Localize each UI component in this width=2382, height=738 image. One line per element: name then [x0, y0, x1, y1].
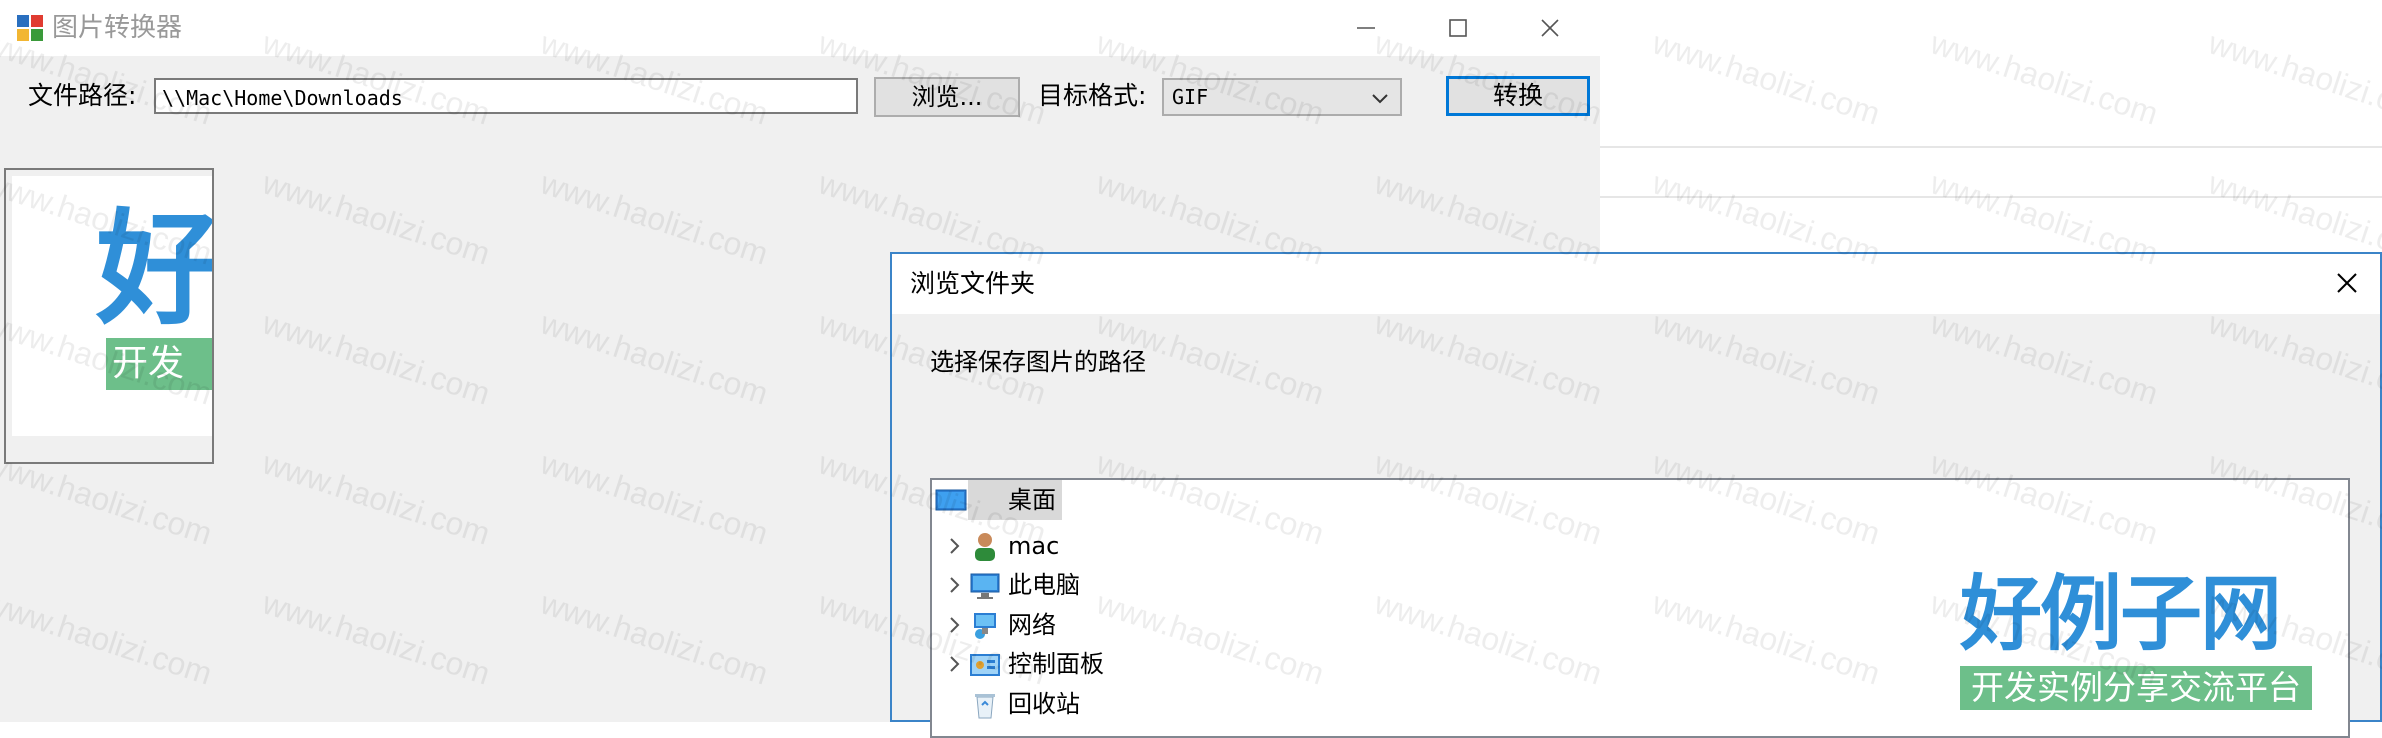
tree-item[interactable]: 此电脑 — [932, 565, 1632, 605]
path-input[interactable]: \\Mac\Home\Downloads — [154, 78, 858, 114]
tree-item-label: 回收站 — [1008, 689, 1080, 718]
app-icon — [16, 14, 44, 42]
computer-icon — [970, 573, 1000, 599]
convert-button[interactable]: 转换 — [1446, 76, 1590, 116]
desktop-icon — [935, 489, 967, 511]
maximize-icon — [1449, 19, 1467, 37]
close-icon — [2337, 273, 2357, 293]
minimize-icon — [1357, 27, 1375, 29]
chevron-right-icon[interactable] — [942, 652, 966, 676]
tree-item[interactable]: 回收站 — [932, 684, 1632, 724]
user-icon — [975, 532, 995, 561]
dialog-title-bar: 浏览文件夹 — [892, 254, 2380, 314]
tree-item[interactable]: mac — [932, 526, 1632, 566]
brand-watermark-title: 好例子网 — [1960, 566, 2282, 662]
close-button[interactable] — [1504, 0, 1596, 56]
chevron-down-icon — [1372, 94, 1388, 104]
format-select-value: GIF — [1172, 85, 1209, 109]
minimize-button[interactable] — [1320, 0, 1412, 56]
window-title: 图片转换器 — [52, 13, 183, 43]
format-select[interactable]: GIF — [1162, 78, 1402, 116]
chevron-right-icon[interactable] — [942, 534, 966, 558]
title-bar: 图片转换器 — [0, 0, 1600, 56]
dialog-title: 浏览文件夹 — [910, 269, 1036, 298]
recycle-bin-icon — [975, 693, 995, 718]
tree-item[interactable]: 网络 — [932, 605, 1632, 645]
tree-item-label: mac — [1008, 531, 1060, 560]
network-icon — [974, 612, 996, 639]
dialog-instruction: 选择保存图片的路径 — [930, 348, 1146, 376]
tree-item-label: 此电脑 — [1008, 571, 1080, 599]
divider — [1600, 196, 2382, 198]
tree-item-label: 控制面板 — [1008, 650, 1104, 678]
brand-watermark: 好例子网 开发实例分享交流平台 — [1960, 566, 2320, 710]
control-panel-icon — [970, 654, 1000, 676]
path-label: 文件路径: — [28, 81, 137, 110]
tree-item-label: 桌面 — [968, 480, 1062, 520]
brand-watermark-subtitle: 开发实例分享交流平台 — [1960, 666, 2312, 710]
divider — [1600, 146, 2382, 148]
format-label: 目标格式: — [1038, 81, 1147, 110]
dialog-close-button[interactable] — [2324, 260, 2370, 306]
chevron-right-icon[interactable] — [942, 613, 966, 637]
image-preview: 好 开发 — [4, 168, 214, 464]
preview-logo-strip: 开发 — [106, 338, 212, 390]
maximize-button[interactable] — [1412, 0, 1504, 56]
tree-item-label: 网络 — [1008, 610, 1056, 639]
browse-button[interactable]: 浏览... — [874, 77, 1020, 117]
close-icon — [1541, 19, 1559, 37]
tree-item[interactable]: 桌面 — [932, 480, 1632, 520]
preview-logo-char: 好 — [96, 197, 214, 342]
tree-item[interactable]: 控制面板 — [932, 644, 1632, 684]
chevron-right-icon[interactable] — [942, 573, 966, 597]
